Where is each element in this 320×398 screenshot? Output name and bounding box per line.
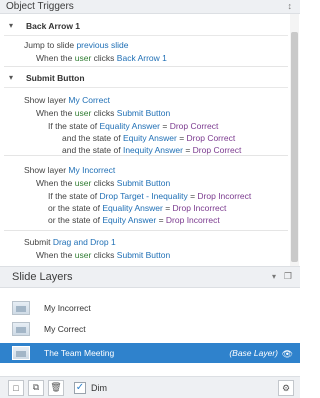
layer-thumbnail	[12, 301, 30, 315]
trash-icon: 🗑	[50, 382, 62, 392]
when-object-link[interactable]: Back Arrow 1	[117, 53, 167, 63]
eye-icon[interactable]: 👁	[282, 349, 293, 360]
layer-name: The Team Meeting	[44, 348, 115, 358]
trigger-condition: or the state of Equality Answer = Drop I…	[48, 203, 227, 213]
trigger-when: When the user clicks Submit Button	[36, 178, 171, 188]
trigger-condition: and the state of Inequity Answer = Drop …	[62, 145, 242, 155]
trigger-when: When the user clicks Submit Button	[36, 250, 171, 260]
trigger-condition: or the state of Equity Answer = Drop Inc…	[48, 215, 220, 225]
object-triggers-title: Object Triggers	[6, 1, 74, 12]
when-object-link[interactable]: Submit Button	[117, 250, 170, 260]
action-target-link[interactable]: previous slide	[76, 40, 128, 50]
trigger-condition: and the state of Equity Answer = Drop Co…	[62, 133, 236, 143]
trigger-jump-to-slide[interactable]: Jump to slide previous slide When the us…	[4, 37, 288, 67]
layer-row[interactable]: My Correct	[0, 318, 300, 340]
new-layer-button[interactable]: □	[8, 379, 24, 396]
trigger-when: When the user clicks Submit Button	[36, 108, 171, 118]
trigger-show-layer-correct[interactable]: Show layer My Correct When the user clic…	[4, 90, 288, 156]
trigger-action: Submit Drag and Drop 1	[24, 237, 116, 247]
duplicate-icon: ⧉	[32, 382, 40, 392]
chevron-down-icon[interactable]: ▾	[272, 272, 276, 281]
object-triggers-header: Object Triggers ↕	[0, 0, 300, 14]
trigger-submit-interaction[interactable]: Submit Drag and Drop 1 When the user cli…	[4, 233, 288, 263]
when-object-link[interactable]: Submit Button	[117, 108, 170, 118]
slide-layers-title: Slide Layers	[12, 271, 73, 283]
new-page-icon: □	[13, 382, 19, 393]
trigger-show-layer-incorrect[interactable]: Show layer My Incorrect When the user cl…	[4, 159, 288, 231]
layers-toolbar: □ ⧉ 🗑 ✓ Dim ⚙	[0, 376, 300, 398]
when-object-link[interactable]: Submit Button	[117, 178, 170, 188]
trigger-action: Jump to slide previous slide	[24, 40, 129, 50]
layer-thumbnail	[12, 322, 30, 336]
group-title: Back Arrow 1	[26, 20, 81, 31]
trigger-condition: If the state of Equality Answer = Drop C…	[48, 121, 219, 131]
collapse-panel-icon[interactable]: ↕	[288, 1, 293, 11]
trigger-action: Show layer My Incorrect	[24, 165, 116, 175]
layer-row-selected[interactable]: The Team Meeting (Base Layer) 👁	[0, 343, 300, 363]
trigger-when: When the user clicks Back Arrow 1	[36, 53, 167, 63]
checkmark-icon: ✓	[75, 382, 85, 393]
scrollbar-thumb[interactable]	[291, 32, 298, 262]
chevron-down-icon[interactable]: ▾	[4, 21, 18, 30]
action-target-link[interactable]: My Incorrect	[68, 165, 115, 175]
gear-icon: ⚙	[281, 382, 291, 393]
layer-row[interactable]: My Incorrect	[0, 297, 300, 319]
trigger-action: Show layer My Correct	[24, 95, 110, 105]
duplicate-layer-button[interactable]: ⧉	[28, 379, 44, 396]
base-layer-tag: (Base Layer)	[229, 348, 278, 358]
delete-layer-button[interactable]: 🗑	[48, 379, 64, 396]
triggers-scrollbar[interactable]	[290, 14, 299, 266]
group-header-submit-button[interactable]: ▾ Submit Button	[4, 68, 288, 88]
layer-name: My Incorrect	[44, 303, 91, 313]
trigger-condition: If the state of Drop Target - Inequality…	[48, 191, 252, 201]
dim-checkbox[interactable]: ✓	[74, 381, 86, 394]
group-title: Submit Button	[26, 72, 85, 83]
slide-layers-header: Slide Layers ▾ ❐	[0, 266, 300, 288]
layer-thumbnail	[12, 346, 30, 360]
restore-panel-icon[interactable]: ❐	[284, 271, 292, 282]
dim-label: Dim	[91, 382, 107, 393]
chevron-down-icon[interactable]: ▾	[4, 73, 18, 82]
action-target-link[interactable]: My Correct	[68, 95, 110, 105]
action-target-link[interactable]: Drag and Drop 1	[53, 237, 116, 247]
layer-name: My Correct	[44, 324, 86, 334]
group-header-back-arrow[interactable]: ▾ Back Arrow 1	[4, 16, 288, 36]
layer-settings-button[interactable]: ⚙	[278, 380, 294, 396]
